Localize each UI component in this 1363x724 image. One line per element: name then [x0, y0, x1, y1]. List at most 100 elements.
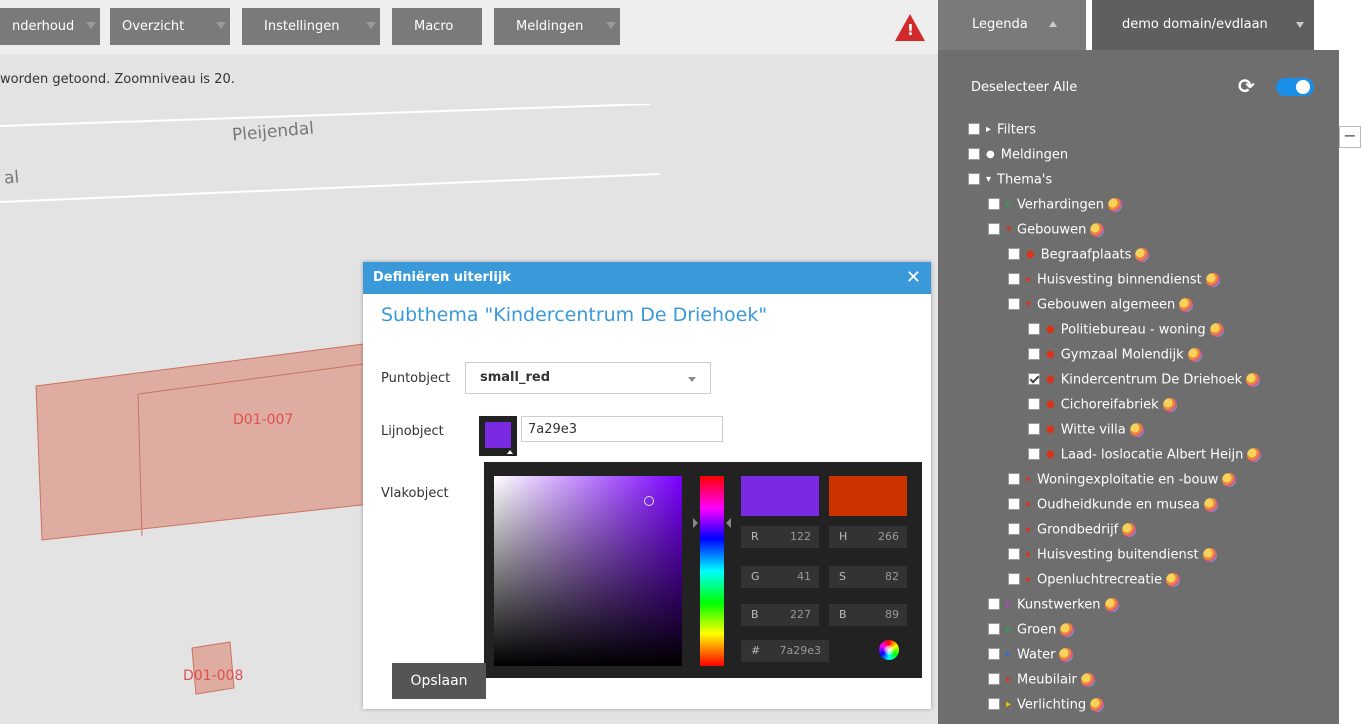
palette-icon[interactable]: [1222, 473, 1237, 487]
dot-icon[interactable]: ●: [1046, 370, 1055, 390]
legend-checkbox[interactable]: [988, 648, 1000, 660]
menu-overzicht-button[interactable]: Overzicht: [110, 8, 230, 45]
palette-icon[interactable]: [1080, 673, 1095, 687]
save-button[interactable]: Opslaan: [392, 663, 486, 699]
toggle-switch[interactable]: [1276, 78, 1314, 96]
legend-tree-item[interactable]: ▸ Kunstwerken: [988, 595, 1119, 615]
legend-checkbox[interactable]: [988, 623, 1000, 635]
legend-checkbox[interactable]: [1008, 498, 1020, 510]
legend-checkbox[interactable]: [968, 173, 980, 185]
legend-tree-item[interactable]: ▸ Verhardingen: [988, 195, 1122, 215]
refresh-icon[interactable]: ⟳: [1238, 74, 1255, 98]
palette-icon[interactable]: [1090, 223, 1105, 237]
saturation-field[interactable]: S 82: [829, 566, 907, 588]
palette-icon[interactable]: [1203, 498, 1218, 512]
legend-checkbox[interactable]: [988, 698, 1000, 710]
legend-checkbox[interactable]: [1028, 423, 1040, 435]
legend-checkbox[interactable]: [968, 123, 980, 135]
menu-meldingen-button[interactable]: Meldingen: [494, 8, 620, 45]
palette-icon[interactable]: [1246, 373, 1261, 387]
parcel-d01-007[interactable]: [35, 343, 371, 541]
saturation-value-area[interactable]: [494, 476, 682, 666]
palette-icon[interactable]: [1059, 648, 1074, 662]
legend-tree-item[interactable]: ▸ Huisvesting binnendienst: [1008, 270, 1220, 290]
legend-tree-item[interactable]: ● Cichoreifabriek: [1028, 395, 1177, 415]
caret-down-icon[interactable]: ▾: [1006, 220, 1011, 240]
palette-icon[interactable]: [1135, 248, 1150, 262]
tab-domain-user[interactable]: demo domain/evdlaan: [1092, 0, 1314, 50]
palette-icon[interactable]: [1162, 398, 1177, 412]
close-icon[interactable]: ✕: [906, 262, 921, 294]
palette-icon[interactable]: [1209, 323, 1224, 337]
legend-checkbox[interactable]: [1008, 523, 1020, 535]
palette-icon[interactable]: [1202, 548, 1217, 562]
dot-icon[interactable]: ●: [1046, 420, 1055, 440]
current-color-preview[interactable]: [829, 476, 907, 516]
picker-knob[interactable]: [644, 496, 654, 506]
green-field[interactable]: G 41: [741, 566, 819, 588]
dot-icon[interactable]: ●: [1046, 395, 1055, 415]
caret-right-icon[interactable]: ▸: [1006, 595, 1011, 615]
red-field[interactable]: R 122: [741, 526, 819, 548]
legend-checkbox[interactable]: [1028, 373, 1040, 385]
hex-field[interactable]: #7a29e3: [741, 640, 829, 662]
palette-icon[interactable]: [1187, 348, 1202, 362]
caret-right-icon[interactable]: ▸: [1006, 620, 1011, 640]
caret-right-icon[interactable]: ▸: [1026, 495, 1031, 515]
blue-field[interactable]: B 227: [741, 604, 819, 626]
lijnobject-color-swatch[interactable]: [479, 416, 517, 456]
legend-checkbox[interactable]: [1008, 248, 1020, 260]
legend-tree-item[interactable]: ▾ Gebouwen: [988, 220, 1105, 240]
legend-checkbox[interactable]: [1008, 573, 1020, 585]
palette-icon[interactable]: [1129, 423, 1144, 437]
legend-tree-item[interactable]: ● Gymzaal Molendijk: [1028, 345, 1202, 365]
legend-tree-item[interactable]: ● Witte villa: [1028, 420, 1144, 440]
legend-checkbox[interactable]: [1028, 323, 1040, 335]
dot-icon[interactable]: ●: [1026, 245, 1035, 265]
legend-tree-item[interactable]: ▸ Water: [988, 645, 1074, 665]
lijnobject-hex-input[interactable]: [521, 416, 723, 442]
legend-tree-item[interactable]: ▸ Meubilair: [988, 670, 1095, 690]
legend-checkbox[interactable]: [1008, 473, 1020, 485]
dot-icon[interactable]: ●: [1046, 320, 1055, 340]
legend-tree-item[interactable]: ▾ Thema's: [968, 170, 1052, 190]
legend-checkbox[interactable]: [1028, 398, 1040, 410]
legend-tree-item[interactable]: ● Begraafplaats: [1008, 245, 1150, 265]
legend-checkbox[interactable]: [988, 223, 1000, 235]
legend-checkbox[interactable]: [1008, 273, 1020, 285]
palette-icon[interactable]: [1090, 698, 1105, 712]
dot-icon[interactable]: ●: [986, 145, 995, 165]
legend-tree-item[interactable]: ▸ Woningexploitatie en -bouw: [1008, 470, 1237, 490]
legend-tree-item[interactable]: ▸ Oudheidkunde en musea: [1008, 495, 1218, 515]
legend-tree-item[interactable]: ▸ Grondbedrijf: [1008, 520, 1137, 540]
caret-down-icon[interactable]: ▾: [1026, 295, 1031, 315]
warning-icon[interactable]: !: [895, 14, 925, 41]
caret-down-icon[interactable]: ▾: [986, 170, 991, 190]
legend-checkbox[interactable]: [1008, 298, 1020, 310]
legend-tree-item[interactable]: ▸ Openluchtrecreatie: [1008, 570, 1181, 590]
palette-icon[interactable]: [1247, 448, 1262, 462]
tab-legenda[interactable]: Legenda: [938, 0, 1086, 50]
dot-icon[interactable]: ●: [1046, 445, 1055, 465]
caret-right-icon[interactable]: ▸: [1026, 470, 1031, 490]
menu-macro-button[interactable]: Macro: [392, 8, 482, 45]
legend-tree-item[interactable]: ▸ Filters: [968, 120, 1036, 140]
palette-icon[interactable]: [1104, 598, 1119, 612]
menu-instellingen-button[interactable]: Instellingen: [242, 8, 380, 45]
legend-tree-item[interactable]: ● Politiebureau - woning: [1028, 320, 1224, 340]
caret-right-icon[interactable]: ▸: [1026, 520, 1031, 540]
hue-slider[interactable]: [700, 476, 724, 666]
caret-right-icon[interactable]: ▸: [986, 120, 991, 140]
legend-checkbox[interactable]: [988, 673, 1000, 685]
legend-tree-item[interactable]: ● Kindercentrum De Driehoek: [1028, 370, 1261, 390]
caret-right-icon[interactable]: ▸: [1026, 545, 1031, 565]
legend-checkbox[interactable]: [988, 198, 1000, 210]
legend-checkbox[interactable]: [1028, 348, 1040, 360]
legend-tree-item[interactable]: ▸ Verlichting: [988, 695, 1105, 715]
legend-tree-item[interactable]: ● Laad- loslocatie Albert Heijn: [1028, 445, 1262, 465]
palette-icon[interactable]: [1205, 273, 1220, 287]
caret-right-icon[interactable]: ▸: [1026, 270, 1031, 290]
legend-tree-item[interactable]: ▾ Gebouwen algemeen: [1008, 295, 1194, 315]
brightness-field[interactable]: B 89: [829, 604, 907, 626]
caret-right-icon[interactable]: ▸: [1006, 670, 1011, 690]
